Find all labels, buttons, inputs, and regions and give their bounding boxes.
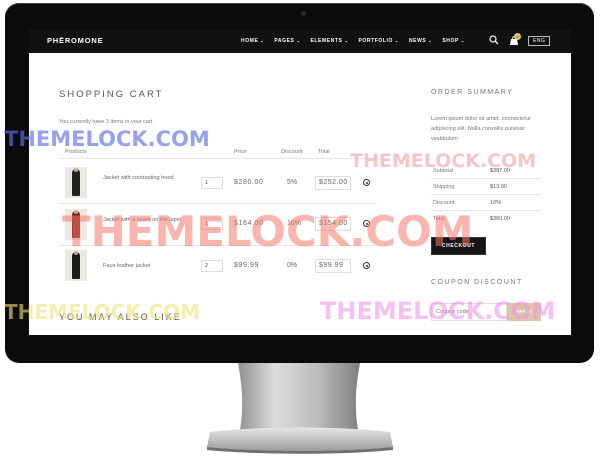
product-thumbnail[interactable]: [65, 209, 87, 240]
product-image-head: [74, 251, 78, 255]
order-summary-description: Lorem ipsum dolor sit amet, connectetur …: [431, 116, 531, 142]
product-total: $154.00: [315, 217, 351, 231]
top-navbar: PHĒROMONE HOME ⌄ PAGES ⌄ ELEMENTS ⌄ PORTFOL…: [29, 29, 571, 53]
cart-subtitle: You currently have 3 items in your cart: [59, 119, 153, 125]
product-image-head: [74, 210, 78, 214]
product-price: $164.00: [234, 220, 264, 227]
quantity-input[interactable]: 1: [201, 218, 223, 230]
product-name[interactable]: Jacket with contrasting hood: [103, 174, 183, 182]
remove-item-icon[interactable]: [363, 220, 370, 227]
chevron-down-icon: ⌄: [296, 38, 301, 43]
nav-item-news[interactable]: NEWS ⌄: [409, 38, 432, 44]
language-switcher[interactable]: ENG: [528, 36, 551, 46]
product-image: [72, 211, 80, 238]
nav-item-portfolio[interactable]: PORTFOLIO ⌄: [358, 38, 399, 44]
product-name[interactable]: Faux leather jacket: [103, 262, 183, 270]
quantity-input[interactable]: 1: [201, 177, 223, 189]
product-discount: 10%: [287, 220, 302, 227]
quantity-input[interactable]: 2: [201, 260, 223, 272]
col-header-discount: Discount: [281, 149, 303, 155]
remove-item-icon[interactable]: [363, 262, 370, 269]
product-total: $99.99: [315, 259, 351, 273]
chevron-down-icon: ⌄: [260, 38, 265, 43]
brand-logo[interactable]: PHĒROMONE: [47, 36, 103, 45]
page-title: SHOPPING CART: [59, 89, 164, 100]
remove-item-icon[interactable]: [363, 179, 370, 186]
product-discount: 0%: [287, 262, 298, 269]
product-thumbnail[interactable]: [65, 250, 87, 281]
summary-label-subtotal: Subtotal: [433, 168, 454, 174]
nav-item-elements[interactable]: ELEMENTS ⌄: [310, 38, 348, 44]
summary-value-subtotal: $387.00: [490, 168, 510, 174]
summary-value-total: $360.00: [490, 216, 510, 222]
divider: [59, 245, 377, 246]
summary-value-discount: 10%: [490, 200, 502, 206]
divider: [431, 194, 541, 195]
divider: [59, 158, 377, 159]
product-discount: 5%: [287, 179, 298, 186]
product-thumbnail[interactable]: [65, 167, 87, 198]
product-name[interactable]: Jacket with a seam on the lapel: [103, 216, 183, 224]
divider: [59, 203, 377, 204]
search-icon[interactable]: [489, 35, 499, 45]
nav-item-home[interactable]: HOME ⌄: [241, 38, 264, 44]
apply-coupon-button[interactable]: APPLY: [507, 303, 541, 321]
cart-count-badge: 0: [514, 33, 521, 40]
coupon-code-input[interactable]: [431, 303, 507, 321]
chevron-down-icon: ⌄: [395, 38, 399, 43]
nav-item-shop[interactable]: SHOP ⌄: [442, 38, 465, 44]
summary-label-total: Total: [433, 216, 445, 222]
product-total: $252.00: [315, 176, 351, 190]
product-price: $99.99: [234, 262, 260, 269]
checkout-button[interactable]: CHECKOUT: [431, 237, 486, 255]
divider: [431, 210, 541, 211]
chevron-down-icon: ⌄: [344, 38, 349, 43]
chevron-down-icon: ⌄: [460, 38, 465, 43]
product-price: $280.00: [234, 179, 264, 186]
order-summary-title: ORDER SUMMARY: [431, 89, 514, 96]
summary-label-shipping: Shipping: [433, 184, 455, 190]
section-title-also-like: YOU MAY ALSO LIKE: [59, 312, 182, 322]
chevron-down-icon: ⌄: [428, 38, 433, 43]
product-image-head: [74, 168, 78, 172]
divider: [431, 178, 541, 179]
product-image: [72, 169, 80, 196]
col-header-price: Price: [234, 149, 247, 155]
coupon-title: COUPON DISCOUNT: [431, 279, 523, 286]
nav-item-pages[interactable]: PAGES ⌄: [274, 38, 300, 44]
summary-label-discount: Discount: [433, 200, 455, 206]
main-menu: HOME ⌄ PAGES ⌄ ELEMENTS ⌄ PORTFOLIO ⌄ NEWS ⌄ …: [241, 38, 465, 44]
col-header-products: Products: [65, 149, 87, 155]
col-header-total: Total: [318, 149, 330, 155]
product-image: [72, 252, 80, 279]
summary-value-shipping: $13.00: [490, 184, 507, 190]
screen: PHĒROMONE HOME ⌄ PAGES ⌄ ELEMENTS ⌄ PORTFOL…: [29, 29, 571, 335]
